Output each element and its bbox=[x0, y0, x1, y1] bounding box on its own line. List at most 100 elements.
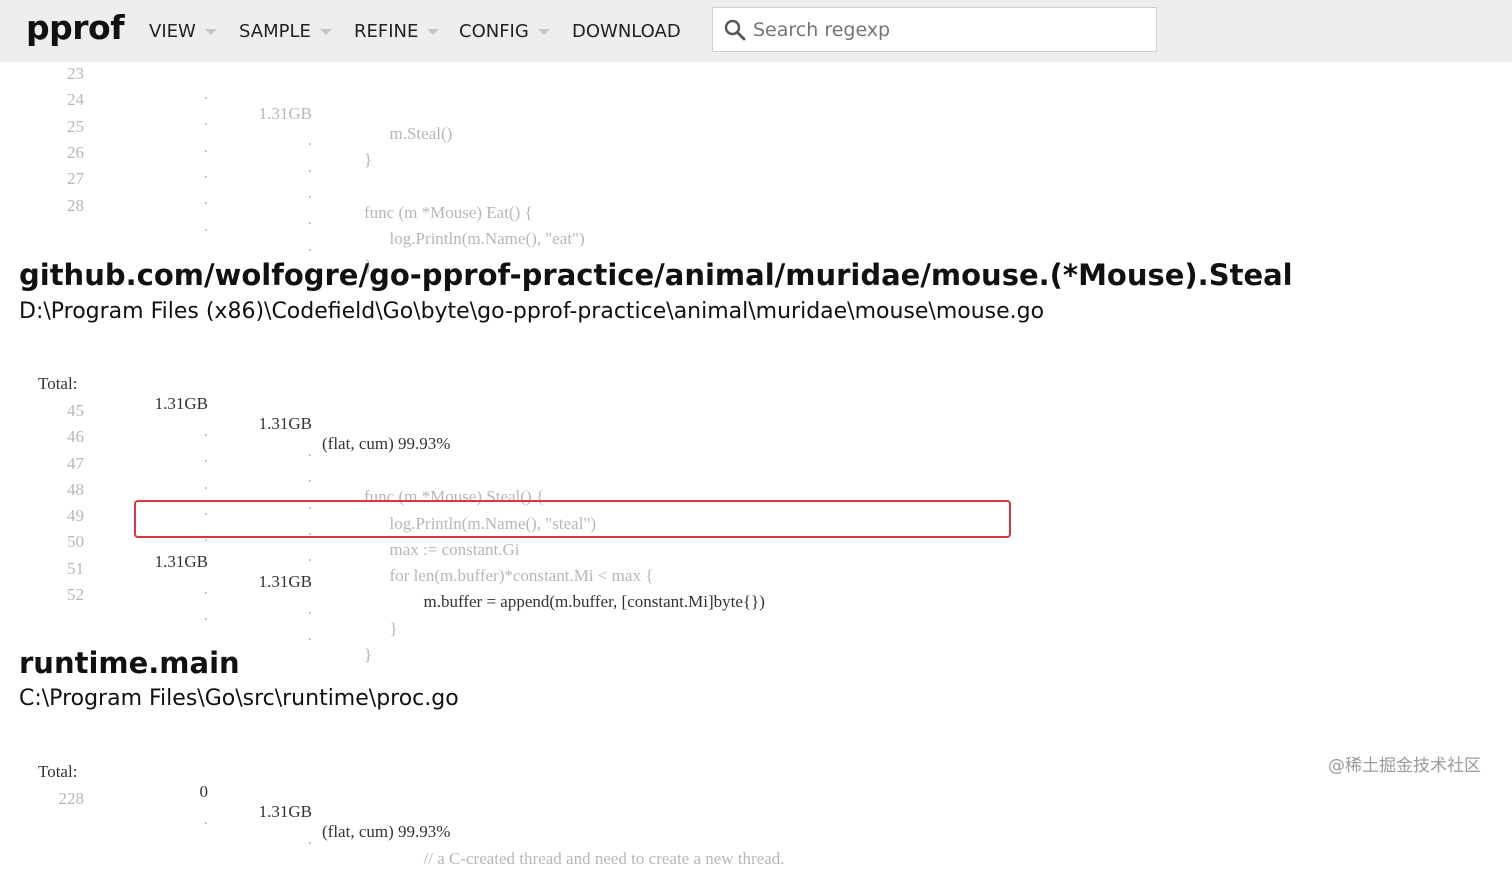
search-box[interactable] bbox=[712, 7, 1157, 52]
flat-value: . bbox=[203, 809, 208, 828]
search-icon bbox=[724, 19, 746, 41]
flat-value: . bbox=[203, 474, 208, 493]
top-bar: pprof VIEW SAMPLE REFINE CONFIG DOWNLOAD bbox=[0, 0, 1512, 62]
line-number: 46 bbox=[67, 427, 84, 446]
total-note: (flat, cum) 99.93% bbox=[322, 822, 451, 841]
watermark: @稀土掘金技术社区 bbox=[1328, 756, 1481, 776]
flat-value: . bbox=[203, 84, 208, 103]
source-text: log.Println(m.Name(), "eat") bbox=[330, 229, 585, 248]
line-number: 26 bbox=[67, 143, 84, 162]
code-line: 47 . . log.Println(m.Name(), "steal") bbox=[0, 434, 596, 533]
source-text: func (m *Mouse) Eat() { bbox=[330, 203, 533, 222]
flat-value: . bbox=[203, 110, 208, 129]
cum-value: . bbox=[307, 130, 312, 149]
total-flat: 0 bbox=[199, 782, 209, 801]
total-label: Total: bbox=[38, 374, 78, 393]
source-text: m.Steal() bbox=[330, 124, 453, 143]
chevron-down-icon bbox=[427, 29, 440, 35]
flat-value: . bbox=[203, 605, 208, 624]
function-title: github.com/wolfogre/go-pprof-practice/an… bbox=[19, 258, 1293, 292]
menu-download[interactable]: DOWNLOAD bbox=[572, 19, 681, 43]
code-line: 26 . . func (m *Mouse) Eat() { bbox=[0, 123, 533, 222]
line-number: 25 bbox=[67, 117, 84, 136]
cum-value: 1.31GB bbox=[258, 572, 312, 591]
line-number: 47 bbox=[67, 454, 84, 473]
code-line: 51 . . } bbox=[0, 539, 398, 638]
cum-value: . bbox=[307, 599, 312, 618]
cum-value: . bbox=[307, 209, 312, 228]
source-text: // a C-created thread and need to create… bbox=[330, 849, 785, 868]
cum-value: . bbox=[307, 157, 312, 176]
flat-value: . bbox=[203, 579, 208, 598]
flat-value: 1.31GB bbox=[154, 552, 208, 571]
line-number: 24 bbox=[67, 90, 84, 109]
line-number: 45 bbox=[67, 401, 84, 420]
menu-sample-label: SAMPLE bbox=[239, 20, 311, 42]
menu-refine-label: REFINE bbox=[354, 20, 419, 42]
menu-download-label: DOWNLOAD bbox=[572, 20, 681, 42]
file-path: D:\Program Files (x86)\Codefield\Go\byte… bbox=[19, 299, 1045, 324]
total-flat: 1.31GB bbox=[154, 394, 208, 413]
code-line: 45 . . bbox=[0, 381, 312, 460]
line-number: 50 bbox=[67, 532, 84, 551]
total-cum: 1.31GB bbox=[258, 802, 312, 821]
flat-value: . bbox=[203, 189, 208, 208]
cum-value: . bbox=[307, 236, 312, 255]
cum-value: 1.31GB bbox=[258, 104, 312, 123]
highlight-box bbox=[134, 500, 1011, 538]
source-text: } bbox=[330, 619, 398, 638]
flat-value: . bbox=[203, 137, 208, 156]
source-text: m.buffer = append(m.buffer, [constant.Mi… bbox=[330, 592, 765, 611]
cum-value: . bbox=[307, 183, 312, 202]
total-row: Total: 1.31GB 1.31GB (flat, cum) 99.93% bbox=[0, 354, 450, 453]
menu-view-label: VIEW bbox=[149, 20, 196, 42]
source-text: max := constant.Gi bbox=[330, 540, 520, 559]
line-number: 52 bbox=[67, 585, 84, 604]
total-label: Total: bbox=[38, 762, 78, 781]
cum-value: . bbox=[307, 625, 312, 644]
chevron-down-icon bbox=[204, 29, 217, 35]
menu-view[interactable]: VIEW bbox=[149, 19, 217, 43]
code-line: 25 . . bbox=[0, 97, 312, 176]
code-line: 27 . . log.Println(m.Name(), "eat") bbox=[0, 149, 585, 248]
line-number: 49 bbox=[67, 506, 84, 525]
menu-sample[interactable]: SAMPLE bbox=[239, 19, 332, 43]
code-line: 52 . . } bbox=[0, 565, 372, 664]
code-line: 48 . . max := constant.Gi bbox=[0, 460, 519, 559]
search-input[interactable] bbox=[753, 16, 1148, 44]
menu-refine[interactable]: REFINE bbox=[354, 19, 440, 43]
flat-value: . bbox=[203, 163, 208, 182]
cum-value: . bbox=[307, 467, 312, 486]
function-title: runtime.main bbox=[19, 646, 240, 680]
flat-value: . bbox=[203, 447, 208, 466]
code-line: 28 . . } bbox=[0, 176, 372, 275]
total-row: Total: 0 1.31GB (flat, cum) 99.93% bbox=[0, 742, 450, 841]
chevron-down-icon bbox=[319, 29, 332, 35]
file-path: C:\Program Files\Go\src\runtime\proc.go bbox=[19, 686, 459, 711]
line-number: 48 bbox=[67, 480, 84, 499]
source-text: for len(m.buffer)*constant.Mi < max { bbox=[330, 566, 654, 585]
cum-value: . bbox=[307, 546, 312, 565]
menu-config-label: CONFIG bbox=[459, 20, 529, 42]
code-line: 46 . . func (m *Mouse) Steal() { bbox=[0, 407, 544, 506]
chevron-down-icon bbox=[537, 29, 550, 35]
cum-value: . bbox=[307, 829, 312, 848]
total-cum: 1.31GB bbox=[258, 414, 312, 433]
line-number: 51 bbox=[67, 559, 84, 578]
flat-value: . bbox=[203, 421, 208, 440]
source-text: } bbox=[330, 150, 373, 169]
code-line: 49 . . for len(m.buffer)*constant.Mi < m… bbox=[0, 486, 653, 585]
line-number: 27 bbox=[67, 169, 84, 188]
code-line-hot: 50 1.31GB 1.31GB m.buffer = append(m.buf… bbox=[0, 512, 765, 611]
code-line: 228 . . // a C-created thread and need t… bbox=[0, 769, 785, 868]
menu-config[interactable]: CONFIG bbox=[459, 19, 550, 43]
app-logo[interactable]: pprof bbox=[26, 8, 125, 47]
flat-value: . bbox=[203, 216, 208, 235]
line-number: 228 bbox=[58, 789, 85, 808]
cum-value: . bbox=[307, 441, 312, 460]
line-number: 28 bbox=[67, 196, 84, 215]
code-line: 24 . . } bbox=[0, 70, 372, 169]
line-number: 23 bbox=[67, 64, 84, 83]
source-text: } bbox=[330, 645, 373, 664]
total-note: (flat, cum) 99.93% bbox=[322, 434, 451, 453]
